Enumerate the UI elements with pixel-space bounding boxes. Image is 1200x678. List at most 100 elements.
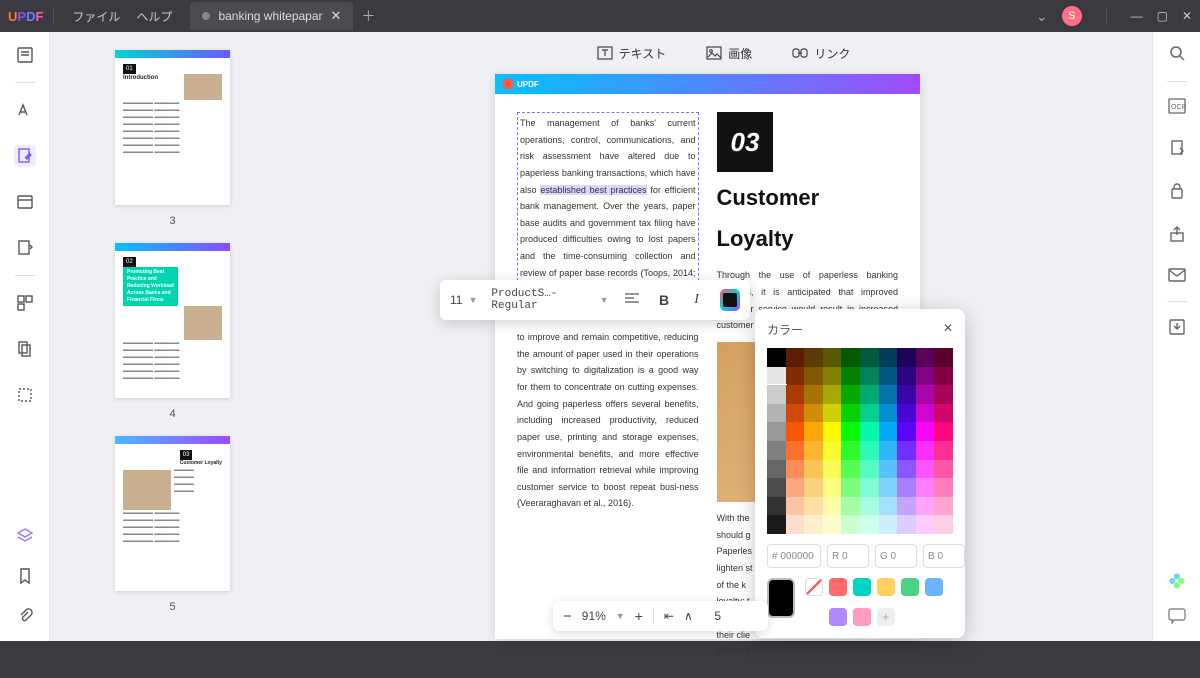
color-cell[interactable] [767,460,786,479]
color-cell[interactable] [916,422,935,441]
color-swatch[interactable] [853,578,871,596]
window-close-button[interactable]: ✕ [1182,9,1192,23]
color-cell[interactable] [767,404,786,423]
font-size-select[interactable]: 11▼ [450,293,477,307]
window-maximize-button[interactable]: ▢ [1157,9,1168,23]
color-cell[interactable] [860,515,879,534]
color-cell[interactable] [934,441,953,460]
color-cell[interactable] [804,478,823,497]
mail-icon[interactable] [1168,268,1186,285]
color-cell[interactable] [916,460,935,479]
color-cell[interactable] [767,385,786,404]
thumbnail[interactable]: 01Introduction▬▬▬▬▬▬ ▬▬▬▬▬▬▬▬▬▬▬ ▬▬▬▬▬▬▬… [115,50,230,205]
menu-file[interactable]: ファイル [72,8,120,25]
thumbnail[interactable]: 02Promoting Best Practice and Reducing W… [115,243,230,398]
color-cell[interactable] [879,348,898,367]
crop-icon[interactable] [14,384,36,406]
color-cell[interactable] [897,497,916,516]
color-cell[interactable] [804,385,823,404]
align-button[interactable] [622,292,640,308]
color-cell[interactable] [823,441,842,460]
color-cell[interactable] [897,404,916,423]
zoom-out-button[interactable]: − [563,608,572,625]
color-cell[interactable] [860,385,879,404]
r-input[interactable] [827,544,869,568]
color-cell[interactable] [897,460,916,479]
color-swatch[interactable] [901,578,919,596]
first-page-button[interactable]: ⇤ [664,609,674,623]
color-cell[interactable] [860,478,879,497]
color-cell[interactable] [823,385,842,404]
edit-image-button[interactable]: 画像 [706,45,752,62]
color-cell[interactable] [804,460,823,479]
bold-button[interactable]: B [655,292,673,308]
hex-input[interactable] [767,544,821,568]
flower-icon[interactable] [1168,572,1186,590]
color-cell[interactable] [897,385,916,404]
save-icon[interactable] [1168,318,1186,339]
selected-text-block[interactable]: The management of banks' current operati… [517,112,699,301]
color-cell[interactable] [860,404,879,423]
color-cell[interactable] [841,460,860,479]
color-cell[interactable] [897,478,916,497]
color-cell[interactable] [934,348,953,367]
tools-icon[interactable] [14,292,36,314]
organize-icon[interactable] [14,338,36,360]
color-cell[interactable] [897,367,916,386]
color-cell[interactable] [786,385,805,404]
color-cell[interactable] [841,478,860,497]
color-cell[interactable] [916,497,935,516]
g-input[interactable] [875,544,917,568]
color-cell[interactable] [804,404,823,423]
color-cell[interactable] [786,478,805,497]
color-cell[interactable] [879,497,898,516]
add-tab-button[interactable]: ＋ [361,6,375,26]
form-icon[interactable] [14,237,36,259]
color-cell[interactable] [767,422,786,441]
color-panel-close[interactable]: ✕ [943,321,953,338]
reader-icon[interactable] [14,44,36,66]
color-cell[interactable] [879,515,898,534]
color-cell[interactable] [860,367,879,386]
color-cell[interactable] [804,367,823,386]
color-cell[interactable] [804,441,823,460]
add-swatch-button[interactable]: + [877,608,895,626]
no-color-swatch[interactable] [805,578,823,596]
user-avatar[interactable]: S [1062,6,1082,26]
color-cell[interactable] [916,367,935,386]
color-cell[interactable] [786,367,805,386]
color-cell[interactable] [879,404,898,423]
color-cell[interactable] [841,515,860,534]
page-icon[interactable] [14,191,36,213]
color-cell[interactable] [860,497,879,516]
color-cell[interactable] [786,515,805,534]
b-input[interactable] [923,544,965,568]
color-cell[interactable] [767,441,786,460]
color-cell[interactable] [916,515,935,534]
color-cell[interactable] [804,497,823,516]
color-swatch[interactable] [829,608,847,626]
color-cell[interactable] [860,460,879,479]
edit-link-button[interactable]: リンク [792,45,850,62]
color-cell[interactable] [767,348,786,367]
color-cell[interactable] [823,478,842,497]
text-color-button[interactable] [720,289,740,311]
color-cell[interactable] [916,404,935,423]
color-cell[interactable] [879,422,898,441]
color-cell[interactable] [804,348,823,367]
chat-icon[interactable] [1168,608,1186,627]
color-cell[interactable] [916,478,935,497]
color-cell[interactable] [841,497,860,516]
protect-icon[interactable] [1169,182,1185,203]
color-cell[interactable] [860,441,879,460]
color-cell[interactable] [823,367,842,386]
bookmark-icon[interactable] [14,565,36,587]
zoom-in-button[interactable]: + [635,608,643,624]
color-cell[interactable] [786,441,805,460]
color-cell[interactable] [916,441,935,460]
edit-icon[interactable] [14,145,36,167]
share-icon[interactable] [1168,225,1186,246]
color-cell[interactable] [879,367,898,386]
color-cell[interactable] [860,422,879,441]
color-cell[interactable] [786,497,805,516]
